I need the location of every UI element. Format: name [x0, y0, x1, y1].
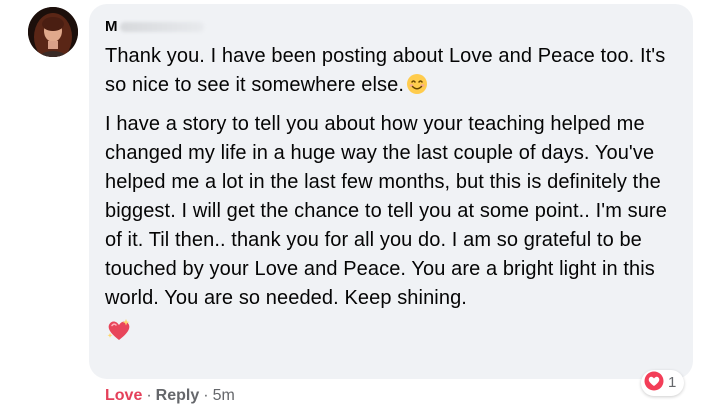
- comment-timestamp[interactable]: 5m: [213, 387, 235, 404]
- reply-button[interactable]: Reply: [156, 387, 200, 404]
- sparkling-heart-icon: [106, 317, 132, 343]
- comment-author[interactable]: M: [105, 18, 677, 36]
- comment-paragraph-2: I have a story to tell you about how you…: [105, 113, 667, 309]
- love-reaction-button[interactable]: Love: [105, 387, 142, 404]
- comment-text-1: Thank you. I have been posting about Lov…: [105, 45, 666, 96]
- comment-bubble: M Thank you. I have been posting about L…: [89, 4, 693, 379]
- comment-paragraph-1: Thank you. I have been posting about Lov…: [105, 42, 677, 100]
- smiling-face-icon: [406, 73, 428, 95]
- heart-reaction-icon: [644, 371, 664, 396]
- separator-dot: ·: [203, 387, 209, 404]
- comment-actions: Love · Reply · 5m: [105, 386, 235, 406]
- separator-dot: ·: [146, 387, 152, 404]
- reaction-count-badge[interactable]: 1: [641, 370, 685, 396]
- reaction-count: 1: [668, 374, 677, 391]
- author-name[interactable]: M: [105, 18, 118, 35]
- redacted-name: [119, 22, 204, 33]
- avatar[interactable]: [28, 7, 78, 57]
